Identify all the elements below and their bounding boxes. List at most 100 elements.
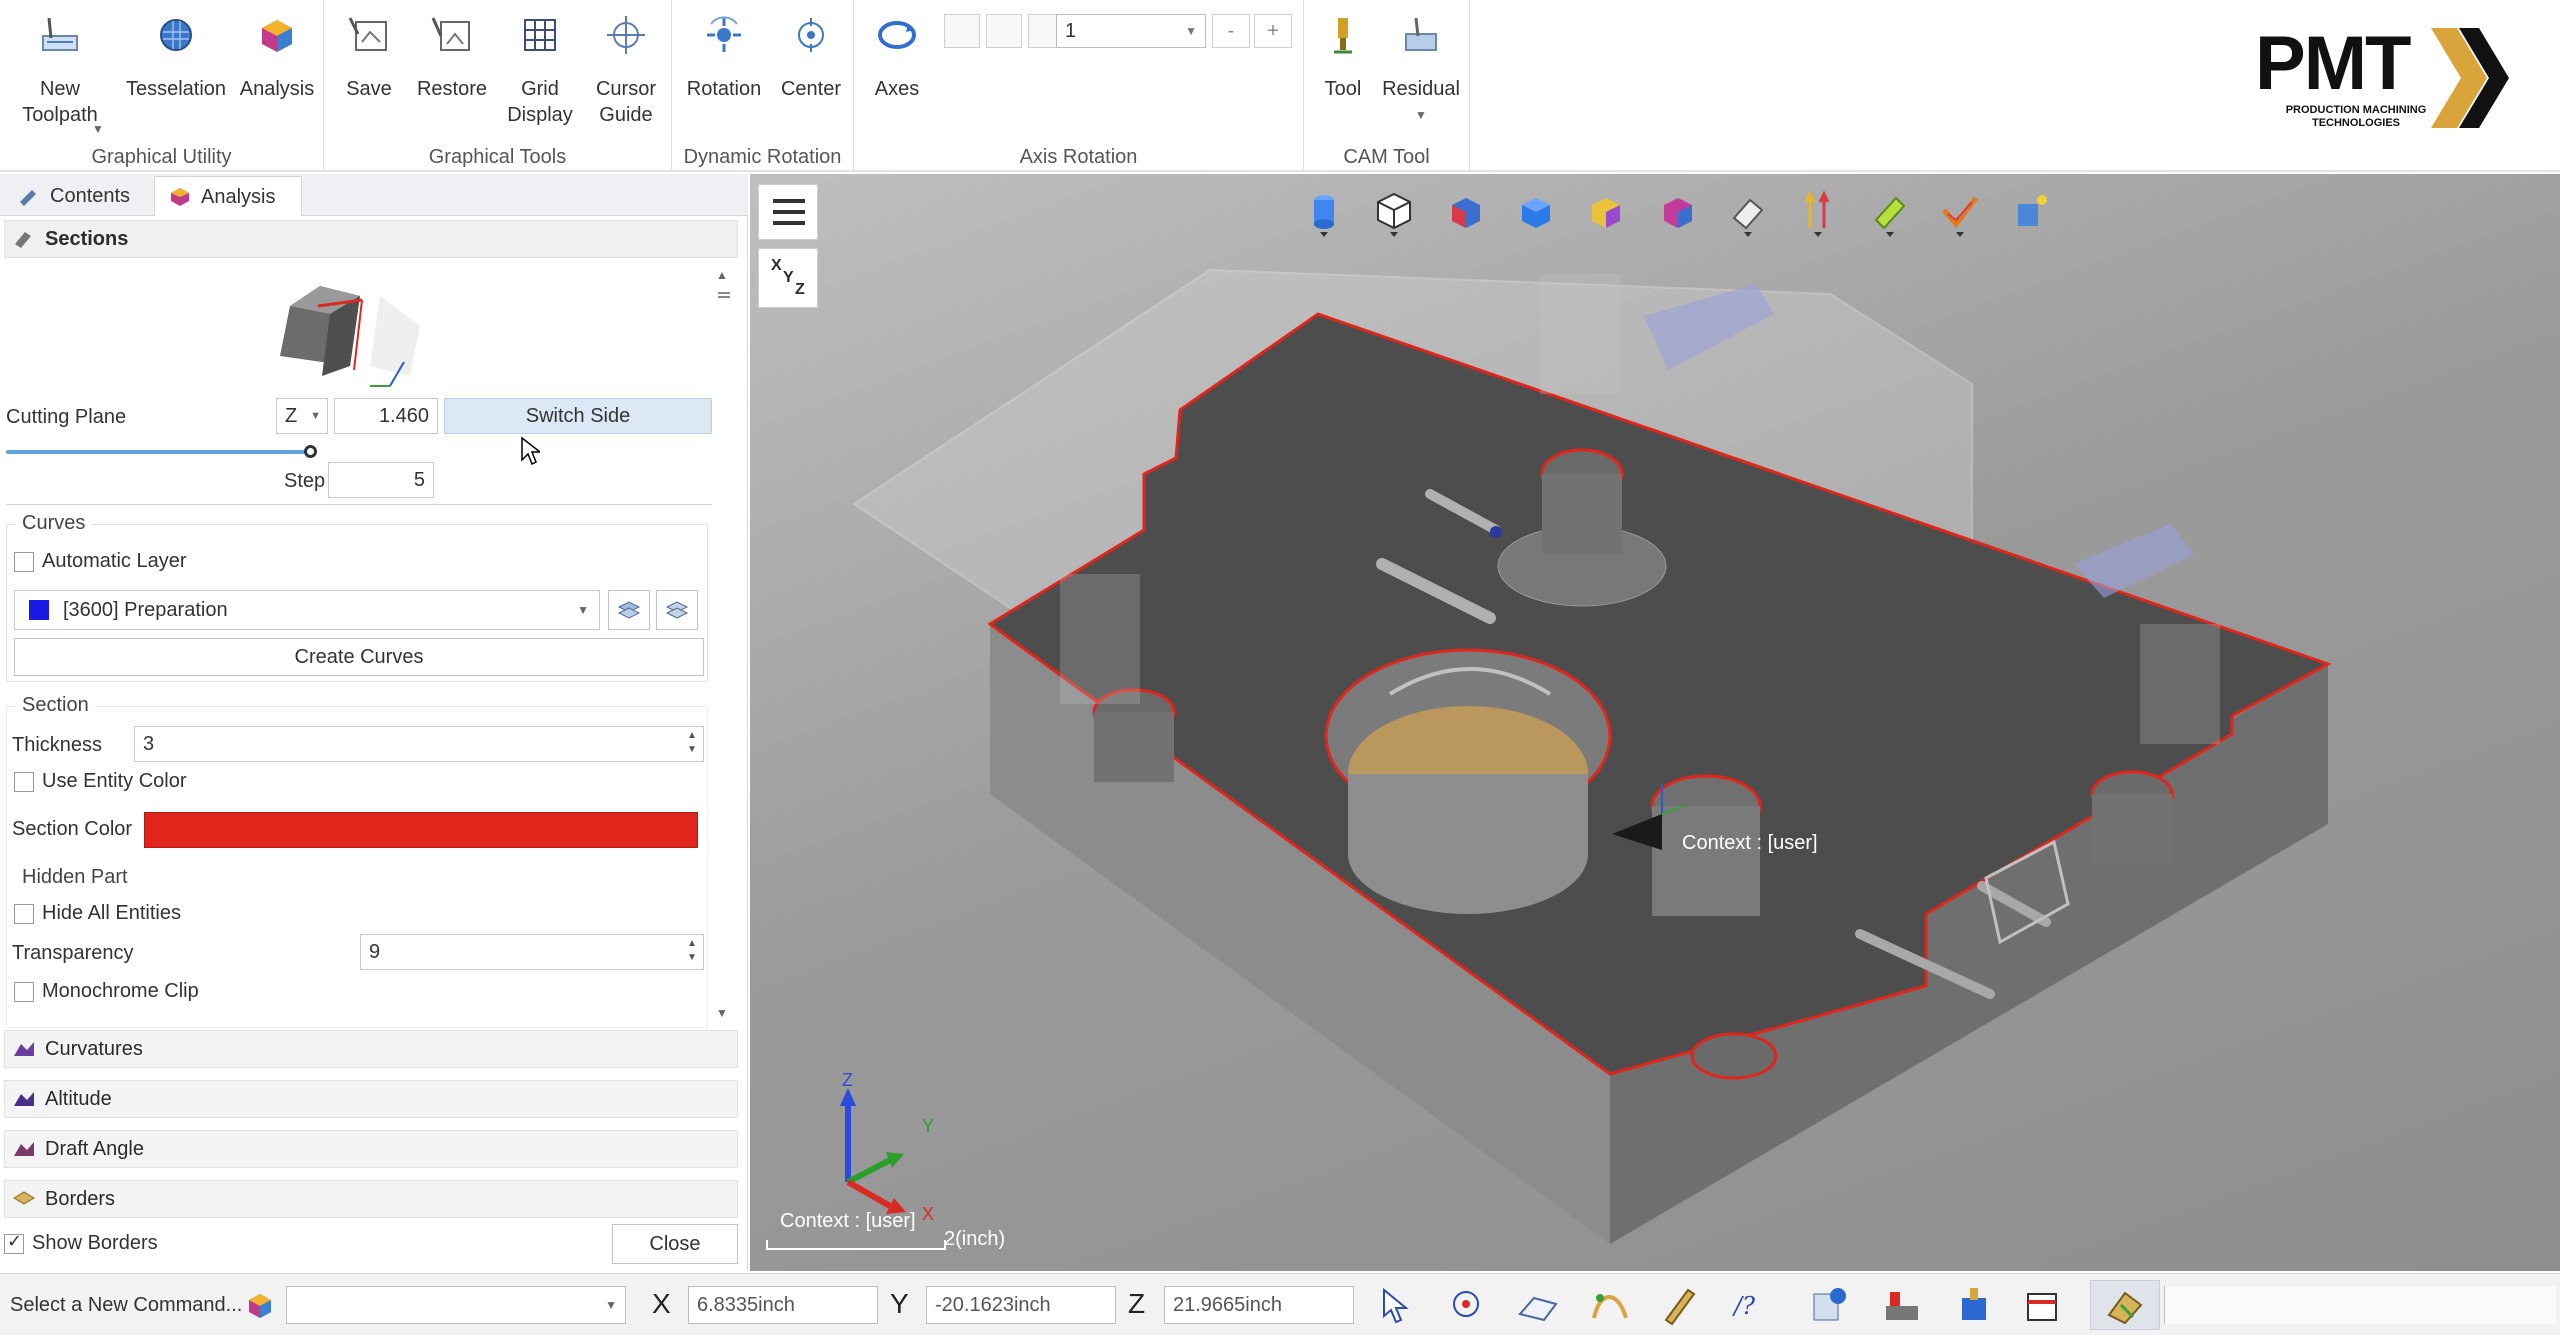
thickness-label: Thickness	[12, 734, 103, 756]
center-button[interactable]: Center	[772, 12, 850, 102]
cutting-plane-slider[interactable]	[6, 444, 317, 460]
center-label: Center	[780, 78, 842, 100]
formula-icon[interactable]: /?	[1730, 1284, 1774, 1326]
layer-select[interactable]: [3600] Preparation ▼	[14, 590, 600, 630]
z-coord-field[interactable]: 21.9665inch	[1164, 1286, 1354, 1324]
3d-viewport[interactable]: X Y Z Context: [user] Z Y X Context: […	[750, 174, 2560, 1271]
hide-all-entities-label: Hide All Entities	[42, 902, 181, 924]
section-color-label: Section Color	[12, 818, 133, 840]
show-borders-checkbox[interactable]	[4, 1231, 24, 1254]
x-coord-field[interactable]: 6.8335inch	[688, 1286, 878, 1324]
close-button[interactable]: Close	[612, 1224, 738, 1264]
save-button[interactable]: Save	[334, 12, 404, 102]
pick-point-icon[interactable]	[1444, 1284, 1488, 1326]
rotation-minus-button[interactable]: -	[1212, 14, 1250, 48]
machine-icon[interactable]	[1880, 1284, 1924, 1326]
tesselation-button[interactable]: Tesselation	[120, 12, 232, 102]
rotate-y-icon[interactable]	[986, 14, 1022, 48]
select-cursor-icon[interactable]	[1376, 1284, 1420, 1326]
new-toolpath-button[interactable]: New Toolpath ▼	[10, 12, 110, 136]
info-icon[interactable]	[1808, 1284, 1852, 1326]
fixture-icon[interactable]	[1952, 1284, 1996, 1326]
tool-button[interactable]: Tool	[1312, 12, 1374, 102]
chevron-down-icon: ▼	[1185, 24, 1197, 38]
toolpath-icon[interactable]	[1516, 1284, 1560, 1326]
borders-header[interactable]: Borders	[4, 1180, 738, 1218]
part-model[interactable]	[750, 174, 2560, 1271]
automatic-layer-checkbox[interactable]	[14, 552, 34, 572]
scroll-thumb[interactable]	[718, 292, 730, 298]
sections-header[interactable]: Sections	[4, 220, 738, 258]
rotation-step-select[interactable]: 1 ▼	[1056, 14, 1206, 48]
step-input[interactable]: 5	[328, 462, 434, 498]
status-active-tool[interactable]	[2090, 1280, 2160, 1330]
show-borders-label: Show Borders	[32, 1232, 158, 1254]
mouse-cursor-icon	[521, 436, 540, 466]
group-graphical-utility: New Toolpath ▼ Tesselation Analysis Grap…	[0, 0, 324, 172]
z-coord-label: Z	[1128, 1288, 1146, 1319]
switch-side-button[interactable]: Switch Side	[444, 398, 712, 434]
altitude-icon	[14, 1092, 34, 1106]
transparency-input[interactable]: 9 ▲ ▼	[360, 934, 704, 970]
pmt-logo: PMT PRODUCTION MACHINING TECHNOLOGIES	[2255, 22, 2525, 142]
layer-manager-button[interactable]	[608, 590, 650, 630]
borders-title: Borders	[45, 1188, 116, 1210]
group-label-axis-rotation: Axis Rotation	[1019, 146, 1138, 168]
rotate-x-icon[interactable]	[944, 14, 980, 48]
chevron-down-icon: ▼	[577, 603, 589, 617]
altitude-header[interactable]: Altitude	[4, 1080, 738, 1118]
x-coord-label: X	[652, 1288, 671, 1319]
spinner-icon[interactable]: ▲ ▼	[685, 937, 699, 967]
chevron-down-icon: ▼	[1415, 108, 1427, 122]
use-entity-color-checkbox[interactable]	[14, 772, 34, 792]
curve-icon[interactable]	[1588, 1284, 1632, 1326]
monochrome-clip-checkbox[interactable]	[14, 982, 34, 1002]
command-select[interactable]: ▼	[286, 1286, 626, 1324]
cursor-guide-icon	[607, 16, 645, 54]
rotation-label: Rotation	[686, 78, 762, 100]
spinner-icon[interactable]: ▲ ▼	[685, 729, 699, 759]
analysis-label: Analysis	[239, 78, 315, 100]
rotation-plus-button[interactable]: +	[1254, 14, 1292, 48]
cutting-axis-select[interactable]: Z ▼	[276, 398, 328, 434]
section-preview-image	[280, 286, 420, 387]
layer-settings-button[interactable]	[656, 590, 698, 630]
cutting-plane-label: Cutting Plane	[6, 406, 127, 428]
slider-track	[6, 450, 312, 454]
axes-button[interactable]: Axes	[866, 12, 928, 102]
panel-scrollbar[interactable]: ▲ ▼	[714, 266, 734, 1020]
curves-group-title: Curves	[16, 512, 92, 535]
draw-icon[interactable]	[1660, 1284, 1704, 1326]
x-coord-value: 6.8335inch	[697, 1294, 795, 1316]
hide-all-entities-checkbox[interactable]	[14, 904, 34, 924]
calendar-icon[interactable]	[2020, 1284, 2064, 1326]
thickness-input[interactable]: 3 ▲ ▼	[134, 726, 704, 762]
group-axis-rotation: Axes 1 ▼ - + Axis Rotation	[854, 0, 1304, 172]
analysis-button[interactable]: Analysis	[236, 12, 318, 102]
y-coord-field[interactable]: -20.1623inch	[926, 1286, 1116, 1324]
cursor-guide-button[interactable]: Cursor Guide	[584, 12, 668, 128]
altitude-title: Altitude	[45, 1088, 112, 1110]
scroll-up-arrow-icon[interactable]: ▲	[716, 268, 728, 282]
residual-button[interactable]: Residual ▼	[1378, 12, 1464, 128]
scale-bar	[766, 1240, 946, 1250]
rotation-step-value: 1	[1065, 20, 1077, 42]
rotation-button[interactable]: Rotation	[682, 12, 766, 102]
tab-analysis-label: Analysis	[201, 186, 276, 208]
cutting-axis-value: Z	[285, 405, 298, 427]
tab-analysis[interactable]: Analysis	[154, 176, 302, 216]
draft-angle-header[interactable]: Draft Angle	[4, 1130, 738, 1168]
restore-button[interactable]: Restore	[410, 12, 494, 102]
curvatures-header[interactable]: Curvatures	[4, 1030, 738, 1068]
automatic-layer-label: Automatic Layer	[42, 550, 187, 572]
create-curves-button[interactable]: Create Curves	[14, 638, 704, 676]
save-label: Save	[346, 78, 392, 100]
cutting-plane-value-input[interactable]: 1.460	[334, 398, 438, 434]
axis-z-label: Z	[842, 1070, 853, 1090]
slider-thumb[interactable]	[304, 445, 317, 458]
analysis-panel: Contents Analysis Sections ▲ ▼ Cutting P…	[0, 174, 748, 1271]
grid-display-button[interactable]: Grid Display	[500, 12, 580, 128]
tab-contents[interactable]: Contents	[4, 176, 150, 216]
section-color-picker[interactable]	[144, 812, 698, 848]
scroll-down-arrow-icon[interactable]: ▼	[716, 1006, 728, 1020]
